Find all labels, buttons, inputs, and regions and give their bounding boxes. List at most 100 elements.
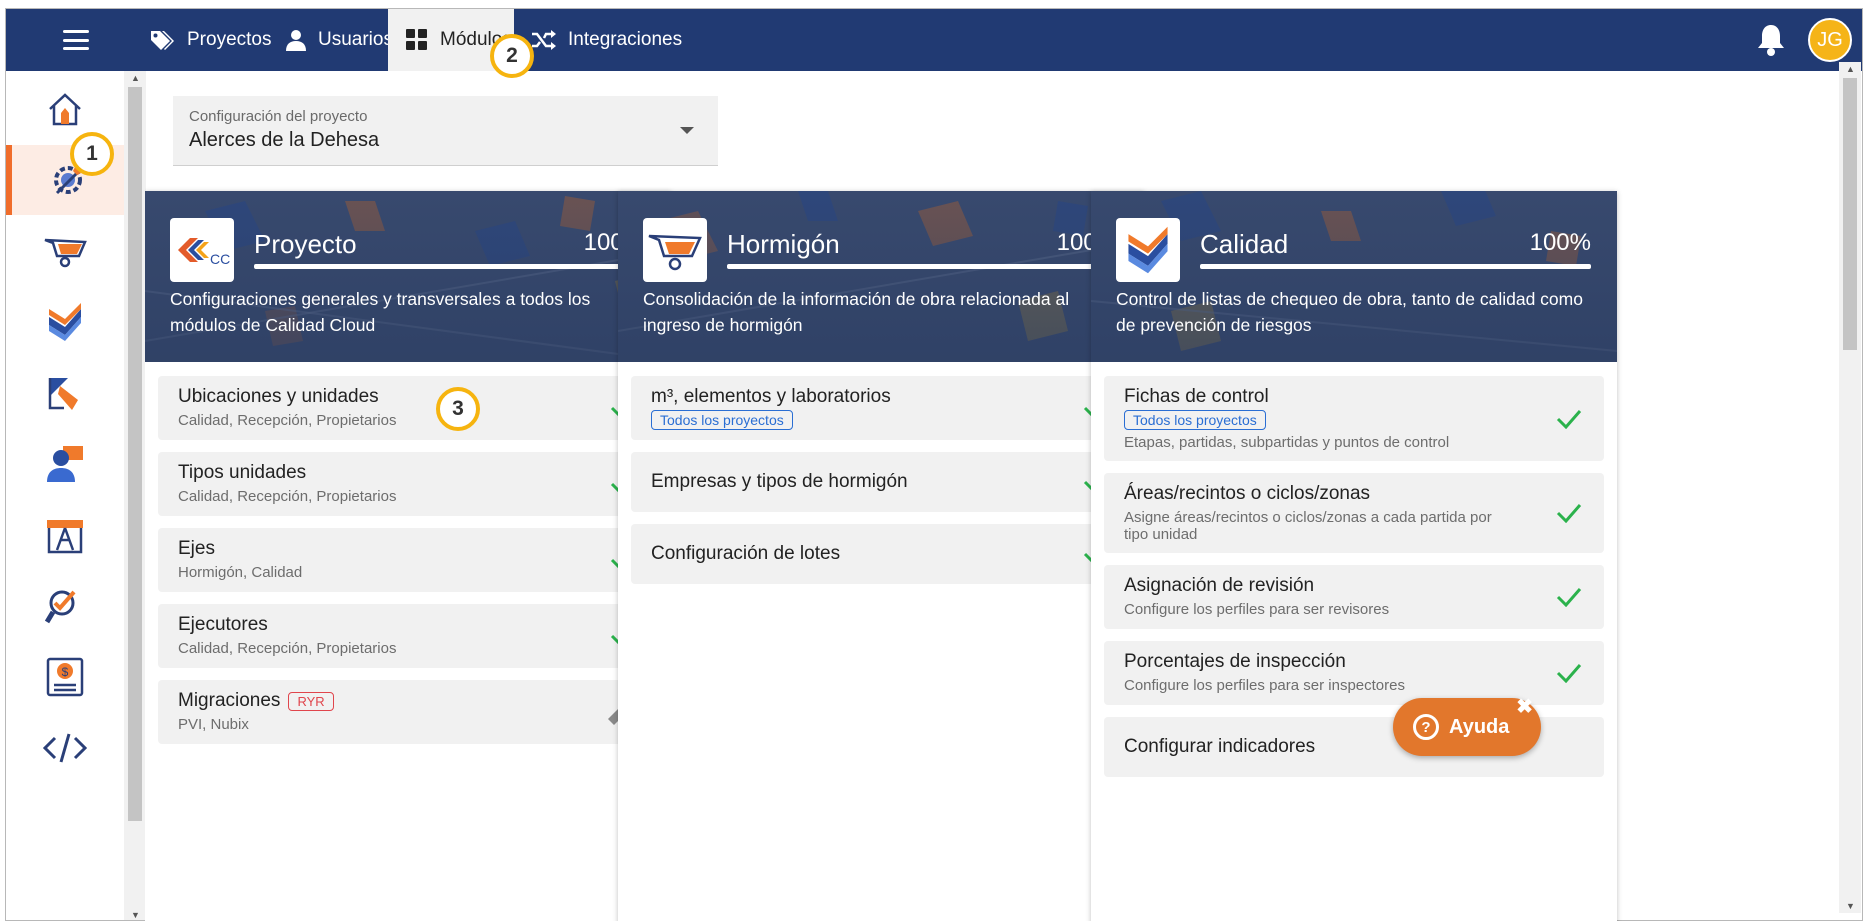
item-title: Áreas/recintos o ciclos/zonas xyxy=(1124,483,1371,504)
inspection-icon xyxy=(45,590,76,624)
card-header: Hormigón 100% Consolidación de la inform… xyxy=(618,191,1144,362)
check-icon xyxy=(1556,664,1582,683)
tab-usuarios-label: Usuarios xyxy=(318,29,393,50)
list-item-ejes[interactable]: Ejes Hormigón, Calidad xyxy=(158,528,658,592)
scroll-down-arrow-icon[interactable]: ▼ xyxy=(131,910,140,920)
item-subtitle: Calidad, Recepción, Propietarios xyxy=(178,640,397,657)
tab-integraciones[interactable]: Integraciones xyxy=(514,9,700,71)
item-subtitle: Asigne áreas/recintos o ciclos/zonas a c… xyxy=(1124,509,1492,543)
item-title-text: Migraciones xyxy=(178,690,281,711)
module-card-hormigon: Hormigón 100% Consolidación de la inform… xyxy=(618,191,1144,921)
notifications-bell-icon[interactable] xyxy=(1755,23,1787,57)
module-card-calidad: Calidad 100% Control de listas de cheque… xyxy=(1091,191,1617,921)
svg-text:CC: CC xyxy=(210,251,230,267)
card-progress-bar xyxy=(1200,264,1591,269)
list-item-fichas[interactable]: Fichas de control Todos los proyectos Et… xyxy=(1104,376,1604,461)
blueprint-icon xyxy=(47,520,83,554)
user-icon xyxy=(286,30,306,51)
list-item-tipos-unidades[interactable]: Tipos unidades Calidad, Recepción, Propi… xyxy=(158,452,658,516)
card-description: Configuraciones generales y transversale… xyxy=(170,289,591,335)
code-icon xyxy=(43,733,87,763)
scroll-up-arrow-icon[interactable]: ▲ xyxy=(1846,64,1855,74)
item-title: Porcentajes de inspección xyxy=(1124,651,1346,672)
sidebar-item-recepcion[interactable] xyxy=(6,358,124,428)
item-title: Empresas y tipos de hormigón xyxy=(651,471,908,492)
item-title: Ubicaciones y unidades xyxy=(178,386,379,407)
list-item-empresas[interactable]: Empresas y tipos de hormigón xyxy=(631,452,1131,512)
check-icon xyxy=(1556,504,1582,523)
reception-icon xyxy=(48,378,78,410)
item-subtitle: Etapas, partidas, subpartidas y puntos d… xyxy=(1124,434,1450,451)
sidebar-item-propietarios[interactable] xyxy=(6,429,124,499)
close-icon[interactable]: ✖ xyxy=(1516,694,1533,719)
step-marker-1: 1 xyxy=(70,132,114,176)
item-subtitle: Configure los perfiles para ser revisore… xyxy=(1124,601,1390,618)
item-subtitle: Hormigón, Calidad xyxy=(178,564,303,581)
owners-icon xyxy=(47,446,83,482)
item-subtitle: Configure los perfiles para ser inspecto… xyxy=(1124,677,1405,694)
sidebar-item-inspeccion[interactable] xyxy=(6,571,124,641)
card-progress-bar xyxy=(254,264,645,269)
check-icon xyxy=(1556,409,1582,429)
list-item-lotes[interactable]: Configuración de lotes xyxy=(631,524,1131,584)
cards-area: CC Proyecto 100% Configuraciones general… xyxy=(145,70,1839,921)
billing-icon: $ xyxy=(46,657,84,697)
item-title: Ejes xyxy=(178,538,215,559)
tab-integraciones-label: Integraciones xyxy=(568,29,683,50)
sidebar-item-facturacion[interactable]: $ xyxy=(6,642,124,712)
sidebar-item-hormigon[interactable] xyxy=(6,216,124,286)
main-scrollbar[interactable]: ▲ ▼ xyxy=(1839,62,1861,913)
item-title: Tipos unidades xyxy=(178,462,307,483)
list-item-areas[interactable]: Áreas/recintos o ciclos/zonas Asigne áre… xyxy=(1104,473,1604,553)
help-label: Ayuda xyxy=(1449,715,1510,738)
tab-proyectos[interactable]: Proyectos xyxy=(131,9,289,71)
sidebar-item-home[interactable] xyxy=(6,74,124,144)
list-item-migraciones[interactable]: Migraciones RYR PVI, Nubix xyxy=(158,680,658,744)
list-item-ubicaciones[interactable]: Ubicaciones y unidades Calidad, Recepció… xyxy=(158,376,658,440)
scroll-down-arrow-icon[interactable]: ▼ xyxy=(1846,901,1855,911)
main-scroll-thumb[interactable] xyxy=(1843,78,1857,350)
card-title: Hormigón xyxy=(727,229,840,259)
item-title: m³, elementos y laboratorios xyxy=(651,386,891,407)
wheelbarrow-icon xyxy=(44,238,87,268)
sidebar-scroll-thumb[interactable] xyxy=(128,87,142,821)
tab-proyectos-label: Proyectos xyxy=(187,29,272,50)
top-navigation-bar: Proyectos Usuarios Módulos Integraciones… xyxy=(6,9,1862,71)
menu-button[interactable] xyxy=(6,9,146,71)
check-icon xyxy=(1556,588,1582,607)
sidebar-item-codigo[interactable] xyxy=(6,713,124,783)
shuffle-icon xyxy=(532,30,556,50)
item-title: Configuración de lotes xyxy=(651,543,841,564)
list-item-m3-elementos[interactable]: m³, elementos y laboratorios Todos los p… xyxy=(631,376,1131,440)
home-icon xyxy=(49,93,81,126)
list-item-revision[interactable]: Asignación de revisión Configure los per… xyxy=(1104,565,1604,629)
sidebar-item-planos[interactable] xyxy=(6,500,124,570)
help-button[interactable]: ? Ayuda ✖ xyxy=(1393,696,1541,756)
quality-check-icon xyxy=(49,303,81,341)
question-icon: ? xyxy=(1413,714,1439,740)
item-title: Migraciones RYR xyxy=(178,690,638,712)
sidebar-item-calidad[interactable] xyxy=(6,287,124,357)
item-subtitle: PVI, Nubix xyxy=(178,716,249,733)
item-title: Ejecutores xyxy=(178,614,268,635)
card-items: Ubicaciones y unidades Calidad, Recepció… xyxy=(145,362,671,770)
card-description: Control de listas de chequeo de obra, ta… xyxy=(1116,289,1583,335)
user-avatar[interactable]: JG xyxy=(1808,18,1852,62)
card-title: Proyecto xyxy=(254,229,357,259)
step-marker-2: 2 xyxy=(490,34,534,78)
item-subtitle: Calidad, Recepción, Propietarios xyxy=(178,488,397,505)
card-description: Consolidación de la información de obra … xyxy=(643,289,1070,335)
calidad-logo xyxy=(1116,218,1180,282)
card-title: Calidad xyxy=(1200,229,1289,259)
list-item-ejecutores[interactable]: Ejecutores Calidad, Recepción, Propietar… xyxy=(158,604,658,668)
wheelbarrow-logo xyxy=(643,218,707,282)
scroll-up-arrow-icon[interactable]: ▲ xyxy=(131,73,140,83)
card-percent: 100% xyxy=(1529,229,1591,256)
item-title: Asignación de revisión xyxy=(1124,575,1315,596)
sidebar-scrollbar[interactable]: ▲ ▼ xyxy=(124,71,146,920)
calidad-cloud-logo: CC xyxy=(170,218,234,282)
card-header: CC Proyecto 100% Configuraciones general… xyxy=(145,191,671,362)
grid-icon xyxy=(406,29,427,50)
all-projects-tag: Todos los proyectos xyxy=(1124,410,1266,430)
svg-text:$: $ xyxy=(62,665,69,679)
